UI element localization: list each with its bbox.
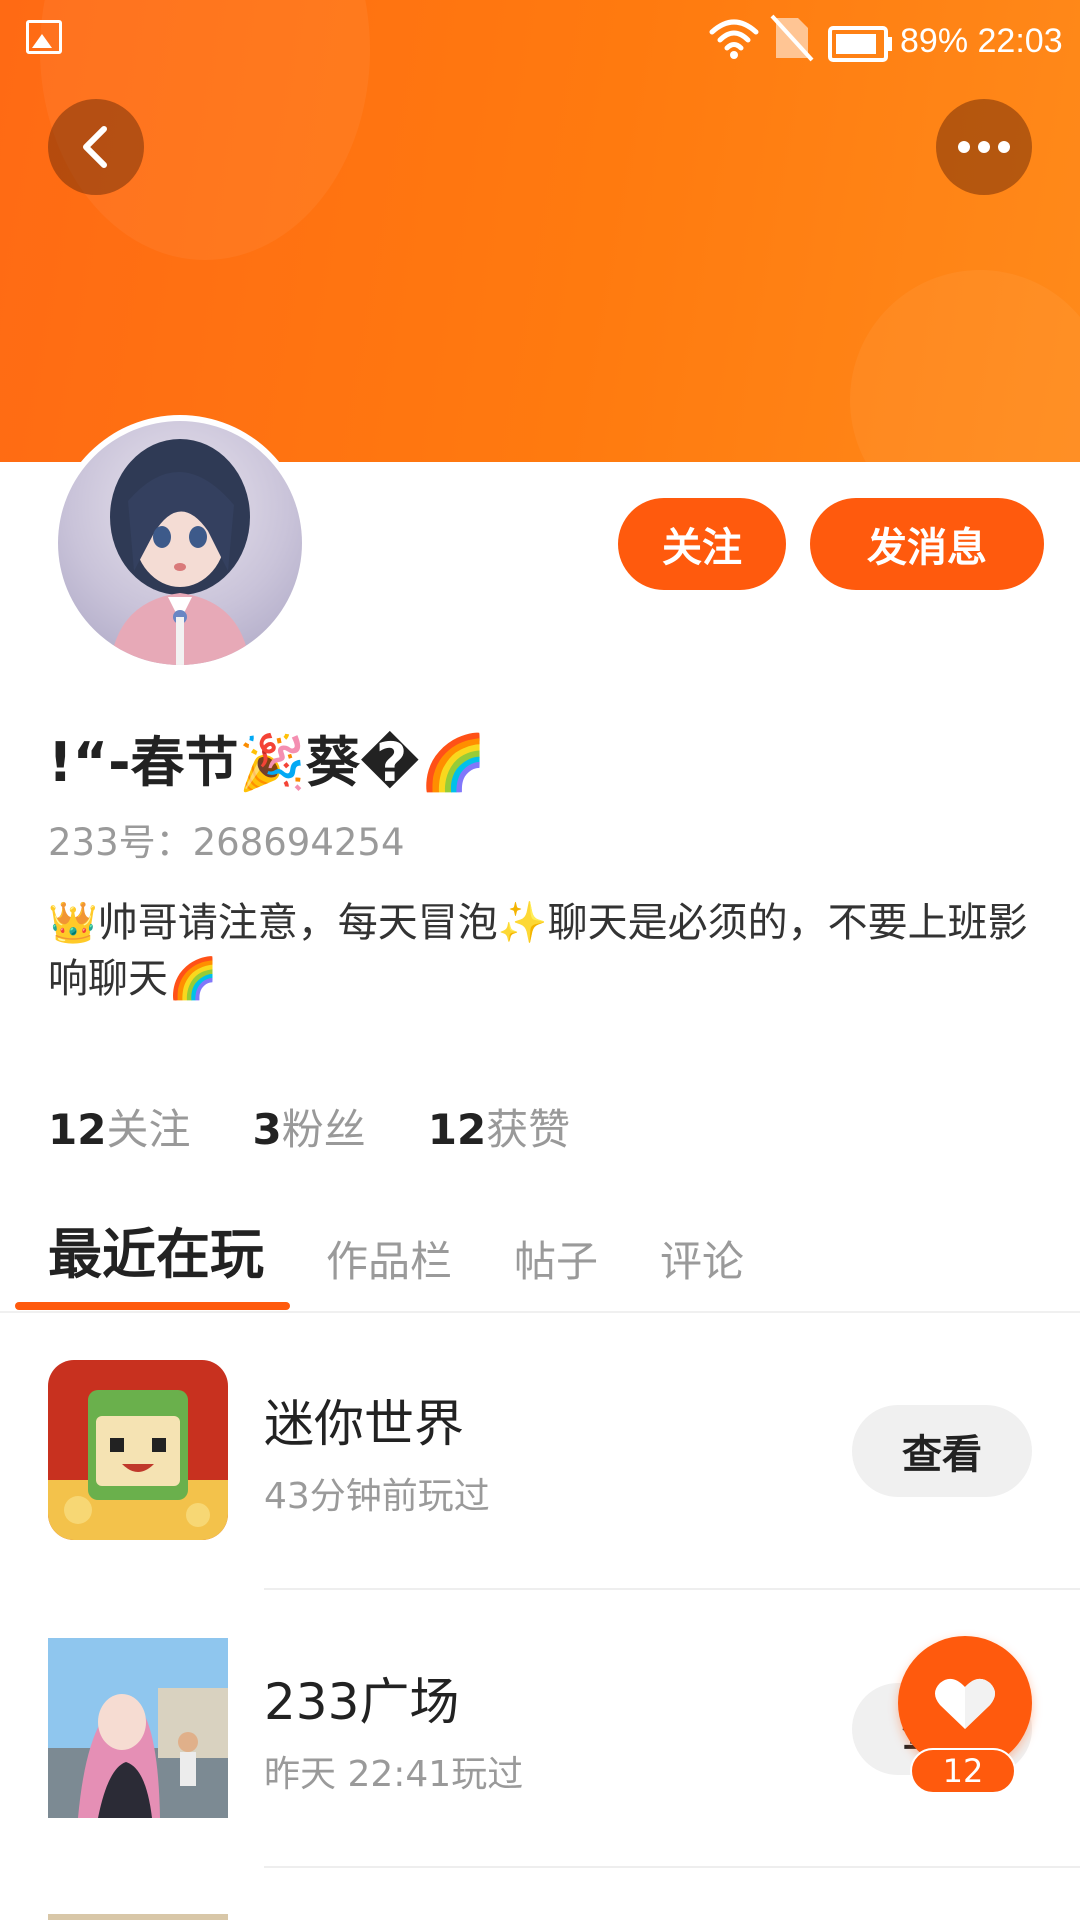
game-last-played: 43分钟前玩过 — [264, 1476, 490, 1517]
tab-comments[interactable]: 评论 — [660, 1228, 744, 1289]
stat-fans[interactable]: 3粉丝 — [252, 1096, 365, 1157]
gallery-icon — [26, 20, 62, 54]
status-text: 89% 22:03 — [900, 22, 1063, 61]
stat-label: 关注 — [106, 1105, 191, 1154]
back-button[interactable] — [48, 99, 144, 195]
battery-icon — [828, 26, 892, 62]
profile-banner: 89% 22:03 — [0, 0, 1080, 462]
divider — [264, 1866, 1080, 1868]
stat-likes[interactable]: 12获赞 — [428, 1096, 570, 1157]
game-icon-233-plaza — [48, 1638, 228, 1818]
no-sim-icon — [770, 14, 814, 62]
avatar[interactable] — [52, 415, 308, 671]
stat-number: 3 — [252, 1105, 282, 1154]
avatar-illustration — [110, 439, 250, 665]
wifi-icon — [709, 19, 759, 59]
like-count-badge: 12 — [910, 1748, 1016, 1794]
stat-label: 粉丝 — [281, 1105, 366, 1154]
clock: 22:03 — [977, 22, 1063, 60]
battery-percent: 89% — [900, 22, 969, 60]
game-title: 233广场 — [264, 1673, 460, 1731]
game-title: 迷你世界 — [264, 1395, 464, 1453]
tab-recent-play[interactable]: 最近在玩 — [48, 1210, 264, 1289]
status-bar: 89% 22:03 — [0, 0, 1080, 84]
divider — [264, 1588, 1080, 1590]
stat-label: 获赞 — [486, 1105, 571, 1154]
stat-number: 12 — [48, 1105, 107, 1154]
heart-icon — [935, 1678, 995, 1729]
user-id: 233号：268694254 — [48, 821, 405, 864]
game-icon-mini-world — [48, 1360, 228, 1540]
send-message-button[interactable]: 发消息 — [810, 498, 1044, 590]
active-tab-indicator — [15, 1302, 290, 1310]
more-dots-icon — [958, 141, 970, 153]
more-dot — [978, 141, 990, 153]
profile-tabs: 最近在玩 作品栏 帖子 评论 — [48, 1210, 806, 1289]
divider — [0, 1311, 1080, 1313]
stat-following[interactable]: 12关注 — [48, 1096, 190, 1157]
banner-decoration — [850, 270, 1080, 462]
tab-posts[interactable]: 帖子 — [514, 1228, 598, 1289]
more-dot — [998, 141, 1010, 153]
nickname: !“-春节🎉葵�🌈 — [48, 731, 488, 794]
chevron-left-icon — [83, 126, 107, 168]
stats-row: 12关注 3粉丝 12获赞 — [48, 1096, 632, 1157]
tab-works[interactable]: 作品栏 — [326, 1228, 452, 1289]
follow-button[interactable]: 关注 — [618, 498, 786, 590]
list-item[interactable] — [0, 1914, 1080, 1920]
avatar-image — [58, 421, 302, 665]
view-button[interactable]: 查看 — [852, 1405, 1032, 1497]
more-button[interactable] — [936, 99, 1032, 195]
list-item[interactable]: 迷你世界 43分钟前玩过 查看 — [0, 1360, 1080, 1540]
stat-number: 12 — [427, 1105, 487, 1154]
game-icon — [48, 1914, 228, 1920]
game-last-played: 昨天 22:41玩过 — [264, 1754, 524, 1795]
bio: 👑帅哥请注意，每天冒泡✨聊天是必须的，不要上班影响聊天🌈 — [48, 900, 1028, 1002]
